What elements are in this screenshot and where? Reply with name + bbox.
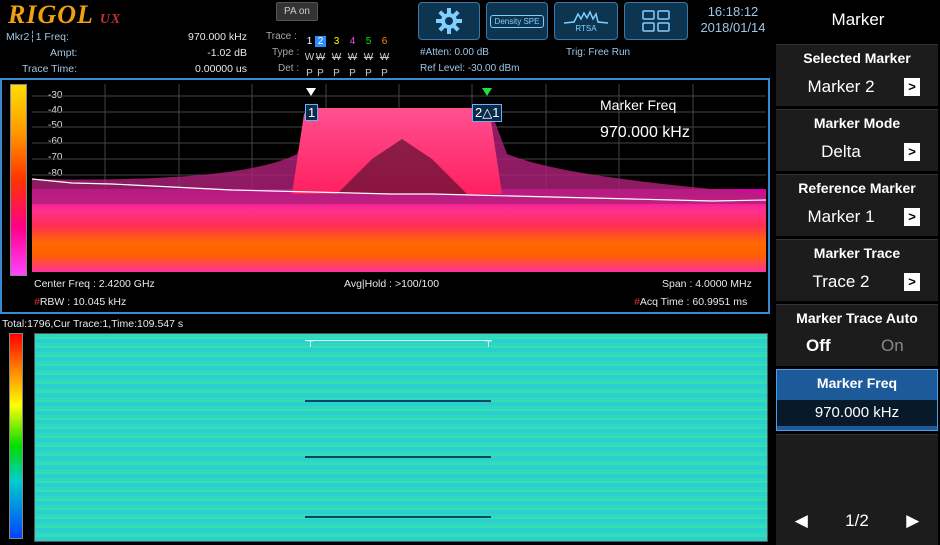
logo-text: RIGOL <box>8 0 94 29</box>
avg-hold-label[interactable]: Avg|Hold : >100/100 <box>344 278 439 290</box>
trace-row-label: Trace : <box>266 31 297 42</box>
toggle-off[interactable]: Off <box>806 336 831 356</box>
reference-marker-label: Reference Marker <box>798 180 916 196</box>
trace-time-value: 0.00000 us <box>195 63 247 75</box>
waterfall-marker-line <box>305 340 491 341</box>
reference-marker-item[interactable]: Reference Marker Marker 1 > <box>776 174 938 236</box>
span-label[interactable]: Span : 4.0000 MHz <box>662 278 752 290</box>
acq-time-label[interactable]: #Acq Time : 60.9951 ms <box>634 296 747 308</box>
marker-ampt-value: -1.02 dB <box>207 47 247 59</box>
density-spe-button[interactable]: Density SPE <box>486 2 548 40</box>
rbw-text: RBW : 10.045 kHz <box>39 296 127 308</box>
next-page-icon[interactable]: ▶ <box>906 511 919 531</box>
waterfall-marker-1: ┬ <box>307 336 315 347</box>
atten-status[interactable]: #Atten: 0.00 dB <box>420 47 489 58</box>
clock-time: 16:18:12 <box>707 4 759 19</box>
grid-layout-icon <box>642 10 670 32</box>
marker-2-label[interactable]: 2△1 <box>472 104 503 122</box>
trace-2-type: W <box>315 52 326 63</box>
prev-page-icon[interactable]: ◀ <box>795 511 808 531</box>
rtsa-label: RTSA <box>575 23 597 33</box>
waterfall-status: Total:1796,Cur Trace:1,Time:109.547 s <box>2 318 184 330</box>
marker-2-pointer[interactable] <box>482 88 492 96</box>
trace-1-type: W <box>304 52 315 63</box>
chevron-right-icon[interactable]: > <box>904 208 920 226</box>
settings-button[interactable] <box>418 2 480 40</box>
spectrum-icon <box>564 9 608 24</box>
pa-on-indicator[interactable]: PA on <box>276 2 318 21</box>
menu-pager: ◀ 1/2 ▶ <box>776 496 938 545</box>
marker-trace-item[interactable]: Marker Trace Trace 2 > <box>776 239 938 301</box>
waterfall-signal-line <box>305 456 491 458</box>
marker-trace-value: Trace 2 <box>812 272 870 291</box>
layout-button[interactable] <box>624 2 688 40</box>
selected-marker-value: Marker 2 <box>807 77 875 96</box>
waterfall-color-scale <box>9 333 23 539</box>
marker-trace-auto-item[interactable]: Marker Trace Auto Off On <box>776 304 938 366</box>
marker-mode-label: Marker Mode <box>813 115 901 131</box>
chevron-right-icon[interactable]: > <box>904 78 920 96</box>
trace-2-number[interactable]: 2 <box>315 36 326 47</box>
reference-marker-value: Marker 1 <box>807 207 875 226</box>
selected-marker-item[interactable]: Selected Marker Marker 2 > <box>776 44 938 106</box>
selected-marker-label: Selected Marker <box>803 50 911 66</box>
marker-ampt-label: Ampt: <box>50 47 78 59</box>
marker-freq-menu-label: Marker Freq <box>816 375 898 391</box>
empty-menu-item <box>776 434 938 496</box>
gear-icon <box>436 8 462 34</box>
trace-time-label: Trace Time: <box>22 63 78 75</box>
marker-mode-value: Delta <box>821 142 861 161</box>
chevron-right-icon[interactable]: > <box>904 273 920 291</box>
det-row-label: Det : <box>278 63 300 74</box>
trace-6-number[interactable]: 6 <box>379 36 390 47</box>
trigger-status[interactable]: Trig: Free Run <box>566 47 630 58</box>
trace-3-type: W <box>331 52 342 63</box>
marker-mode-item[interactable]: Marker Mode Delta > <box>776 109 938 171</box>
marker-freq-menu-value[interactable]: 970.000 kHz <box>777 400 937 426</box>
clock-date: 2018/01/14 <box>700 20 766 35</box>
marker-trace-label: Marker Trace <box>813 245 901 261</box>
trace-1-number[interactable]: 1 <box>304 36 315 47</box>
marker-trace-auto-label: Marker Trace Auto <box>796 310 918 326</box>
chevron-right-icon[interactable]: > <box>904 143 920 161</box>
density-color-scale <box>10 84 27 276</box>
type-row-label: Type : <box>272 47 300 58</box>
center-freq-label[interactable]: Center Freq : 2.4200 GHz <box>34 278 155 290</box>
waterfall-marker-2: ┬ <box>485 336 493 347</box>
toggle-on[interactable]: On <box>881 336 904 356</box>
waterfall-signal-line <box>305 400 491 402</box>
marker-1-pointer[interactable] <box>306 88 316 96</box>
trace-4-type: W <box>347 52 358 63</box>
marker-freq-item[interactable]: Marker Freq 970.000 kHz <box>776 369 938 431</box>
marker-freq-label: Mkr2┆1 Freq: <box>6 31 69 43</box>
page-indicator: 1/2 <box>845 510 869 530</box>
trace-4-number[interactable]: 4 <box>347 36 358 47</box>
trace-3-number[interactable]: 3 <box>331 36 342 47</box>
waterfall-signal-line <box>305 516 491 518</box>
ref-level-status[interactable]: Ref Level: -30.00 dBm <box>420 63 520 74</box>
density-spe-label: Density SPE <box>489 14 545 28</box>
trace-6-type: W <box>379 52 390 63</box>
trace-5-type: W <box>363 52 374 63</box>
menu-title: Marker <box>776 0 940 40</box>
rbw-label[interactable]: #RBW : 10.045 kHz <box>34 296 126 308</box>
clock: 16:18:12 2018/01/14 <box>700 4 766 36</box>
waterfall-display[interactable]: ┬ ┬ <box>34 333 768 542</box>
marker-1-label[interactable]: 1 <box>305 104 319 121</box>
logo-sub: UX <box>99 12 122 27</box>
marker-freq-value: 970.000 kHz <box>188 31 247 43</box>
acq-text: Acq Time : 60.9951 ms <box>639 296 748 308</box>
marker-freq-readout-value: 970.000 kHz <box>600 124 690 141</box>
trace-5-number[interactable]: 5 <box>363 36 374 47</box>
rigol-logo: RIGOL UX <box>8 0 121 30</box>
rtsa-button[interactable]: RTSA <box>554 2 618 40</box>
marker-freq-readout-title: Marker Freq <box>600 97 677 113</box>
